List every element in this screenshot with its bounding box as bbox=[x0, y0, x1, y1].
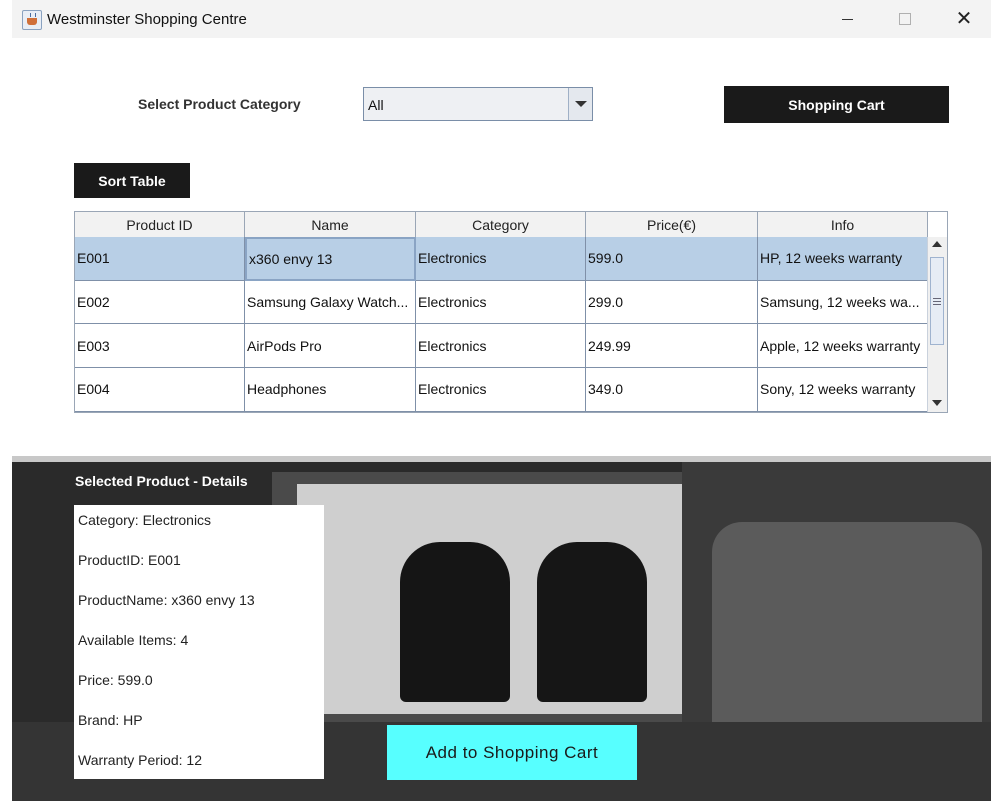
cell-price[interactable]: 299.0 bbox=[586, 280, 758, 325]
cell-price[interactable]: 349.0 bbox=[586, 368, 758, 412]
hoodie-image bbox=[400, 542, 510, 702]
cell-name[interactable]: x360 envy 13 bbox=[245, 237, 416, 281]
column-header-product-id[interactable]: Product ID bbox=[75, 212, 245, 237]
detail-warranty: Warranty Period: 12 bbox=[78, 752, 202, 768]
table-row[interactable]: E004 Headphones Electronics 349.0 Sony, … bbox=[75, 368, 928, 412]
minimize-button[interactable] bbox=[824, 0, 870, 38]
category-selected-value: All bbox=[368, 97, 384, 113]
table-scrollbar[interactable] bbox=[927, 237, 947, 412]
detail-product-id: ProductID: E001 bbox=[78, 552, 181, 568]
detail-brand: Brand: HP bbox=[78, 712, 143, 728]
cell-product-id[interactable]: E001 bbox=[75, 237, 245, 281]
close-button[interactable]: ✕ bbox=[941, 0, 987, 38]
cell-category[interactable]: Electronics bbox=[416, 324, 586, 369]
add-to-cart-button[interactable]: Add to Shopping Cart bbox=[387, 725, 637, 780]
column-header-info[interactable]: Info bbox=[758, 212, 928, 237]
cell-product-id[interactable]: E003 bbox=[75, 324, 245, 369]
java-cup-icon bbox=[22, 10, 42, 30]
cell-category[interactable]: Electronics bbox=[416, 237, 586, 281]
cell-product-id[interactable]: E002 bbox=[75, 280, 245, 325]
detail-available-items: Available Items: 4 bbox=[78, 632, 189, 648]
window-title: Westminster Shopping Centre bbox=[47, 11, 247, 28]
minimize-icon bbox=[841, 18, 853, 20]
shopping-cart-button[interactable]: Shopping Cart bbox=[724, 86, 949, 123]
cell-name[interactable]: AirPods Pro bbox=[245, 324, 416, 369]
sort-table-button[interactable]: Sort Table bbox=[74, 163, 190, 198]
cell-info[interactable]: Apple, 12 weeks warranty bbox=[758, 324, 928, 369]
cell-name[interactable]: Samsung Galaxy Watch... bbox=[245, 280, 416, 325]
column-header-category[interactable]: Category bbox=[416, 212, 586, 237]
cell-price[interactable]: 599.0 bbox=[586, 237, 758, 281]
table-body: E001 x360 envy 13 Electronics 599.0 HP, … bbox=[75, 237, 928, 412]
detail-product-name: ProductName: x360 envy 13 bbox=[78, 592, 255, 608]
table-row[interactable]: E001 x360 envy 13 Electronics 599.0 HP, … bbox=[75, 237, 928, 281]
cell-info[interactable]: HP, 12 weeks warranty bbox=[758, 237, 928, 281]
category-dropdown[interactable]: All bbox=[363, 87, 593, 121]
column-header-name[interactable]: Name bbox=[245, 212, 416, 237]
cell-price[interactable]: 249.99 bbox=[586, 324, 758, 369]
table-row[interactable]: E002 Samsung Galaxy Watch... Electronics… bbox=[75, 280, 928, 325]
cell-category[interactable]: Electronics bbox=[416, 368, 586, 412]
category-label: Select Product Category bbox=[138, 96, 301, 112]
detail-price: Price: 599.0 bbox=[78, 672, 153, 688]
close-icon: ✕ bbox=[955, 8, 973, 30]
detail-category: Category: Electronics bbox=[78, 512, 212, 528]
column-header-price[interactable]: Price(€) bbox=[586, 212, 758, 237]
cell-name[interactable]: Headphones bbox=[245, 368, 416, 412]
window-edge-right bbox=[991, 0, 1003, 801]
scroll-up-icon[interactable] bbox=[932, 241, 942, 247]
scroll-down-icon[interactable] bbox=[932, 400, 942, 406]
product-table: Product ID Name Category Price(€) Info E… bbox=[74, 211, 948, 413]
table-header: Product ID Name Category Price(€) Info bbox=[75, 212, 928, 238]
cell-info[interactable]: Samsung, 12 weeks wa... bbox=[758, 280, 928, 325]
cell-product-id[interactable]: E004 bbox=[75, 368, 245, 412]
table-row[interactable]: E003 AirPods Pro Electronics 249.99 Appl… bbox=[75, 324, 928, 369]
window-edge-left bbox=[0, 0, 12, 801]
details-box: Category: Electronics ProductID: E001 Pr… bbox=[74, 505, 324, 779]
maximize-icon bbox=[899, 13, 911, 25]
maximize-button[interactable] bbox=[882, 0, 928, 38]
chevron-down-icon bbox=[574, 101, 587, 107]
cell-category[interactable]: Electronics bbox=[416, 280, 586, 325]
details-title: Selected Product - Details bbox=[75, 473, 248, 489]
cell-info[interactable]: Sony, 12 weeks warranty bbox=[758, 368, 928, 412]
dropdown-arrow-button[interactable] bbox=[568, 88, 592, 120]
scrollbar-thumb[interactable] bbox=[930, 257, 944, 345]
hoodie-image bbox=[537, 542, 647, 702]
